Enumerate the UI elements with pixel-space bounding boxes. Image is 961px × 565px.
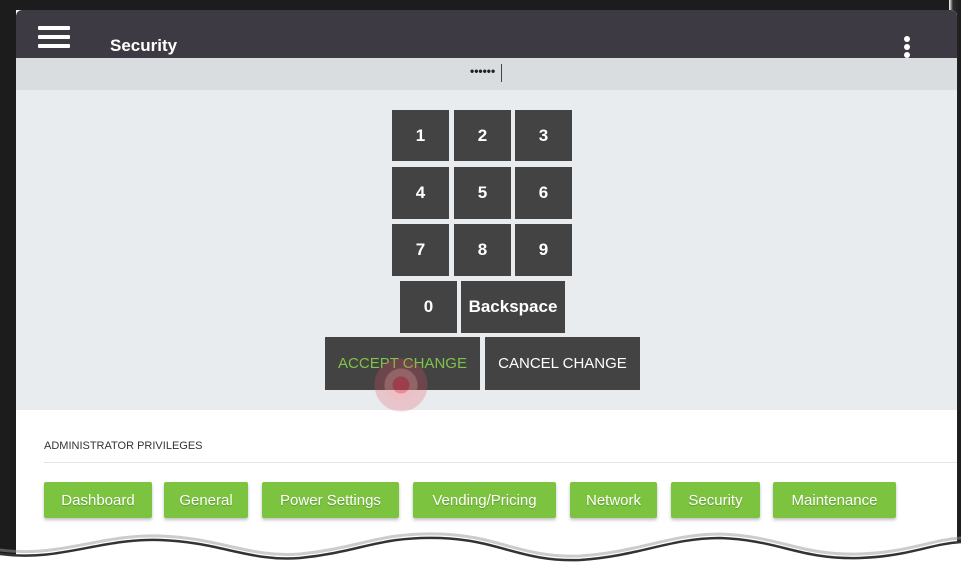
device-frame-top: [0, 0, 961, 10]
app-screen: Security •••••• 1 2 3 4 5 6 7 8 9 0 Back…: [16, 10, 957, 550]
admin-privileges-heading: ADMINISTRATOR PRIVILEGES: [44, 440, 203, 452]
tab-vending-pricing[interactable]: Vending/Pricing: [413, 482, 556, 518]
key-1[interactable]: 1: [392, 110, 449, 161]
pin-input[interactable]: ••••••: [16, 58, 957, 90]
tab-network[interactable]: Network: [570, 482, 657, 518]
tab-security[interactable]: Security: [671, 482, 760, 518]
tab-dashboard[interactable]: Dashboard: [44, 482, 152, 518]
text-cursor: [501, 64, 502, 82]
key-0[interactable]: 0: [400, 281, 457, 333]
tab-general[interactable]: General: [164, 482, 248, 518]
key-5[interactable]: 5: [454, 167, 511, 219]
touch-ripple-indicator: [374, 358, 428, 412]
hamburger-icon[interactable]: [38, 26, 70, 48]
key-6[interactable]: 6: [515, 167, 572, 219]
tab-power-settings[interactable]: Power Settings: [262, 482, 399, 518]
pin-masked-value: ••••••: [470, 64, 496, 78]
key-8[interactable]: 8: [454, 224, 511, 276]
device-frame-left: [0, 0, 16, 565]
app-header: Security: [16, 10, 957, 58]
tab-maintenance[interactable]: Maintenance: [773, 482, 896, 518]
key-3[interactable]: 3: [515, 110, 572, 161]
backspace-button[interactable]: Backspace: [461, 281, 565, 333]
key-4[interactable]: 4: [392, 167, 449, 219]
key-7[interactable]: 7: [392, 224, 449, 276]
cancel-change-button[interactable]: CANCEL CHANGE: [485, 337, 640, 390]
page-title: Security: [110, 36, 178, 55]
kebab-menu-icon[interactable]: [902, 36, 912, 58]
torn-edge-decoration: [0, 532, 961, 565]
section-divider: [44, 462, 957, 463]
key-2[interactable]: 2: [454, 110, 511, 161]
key-9[interactable]: 9: [515, 224, 572, 276]
